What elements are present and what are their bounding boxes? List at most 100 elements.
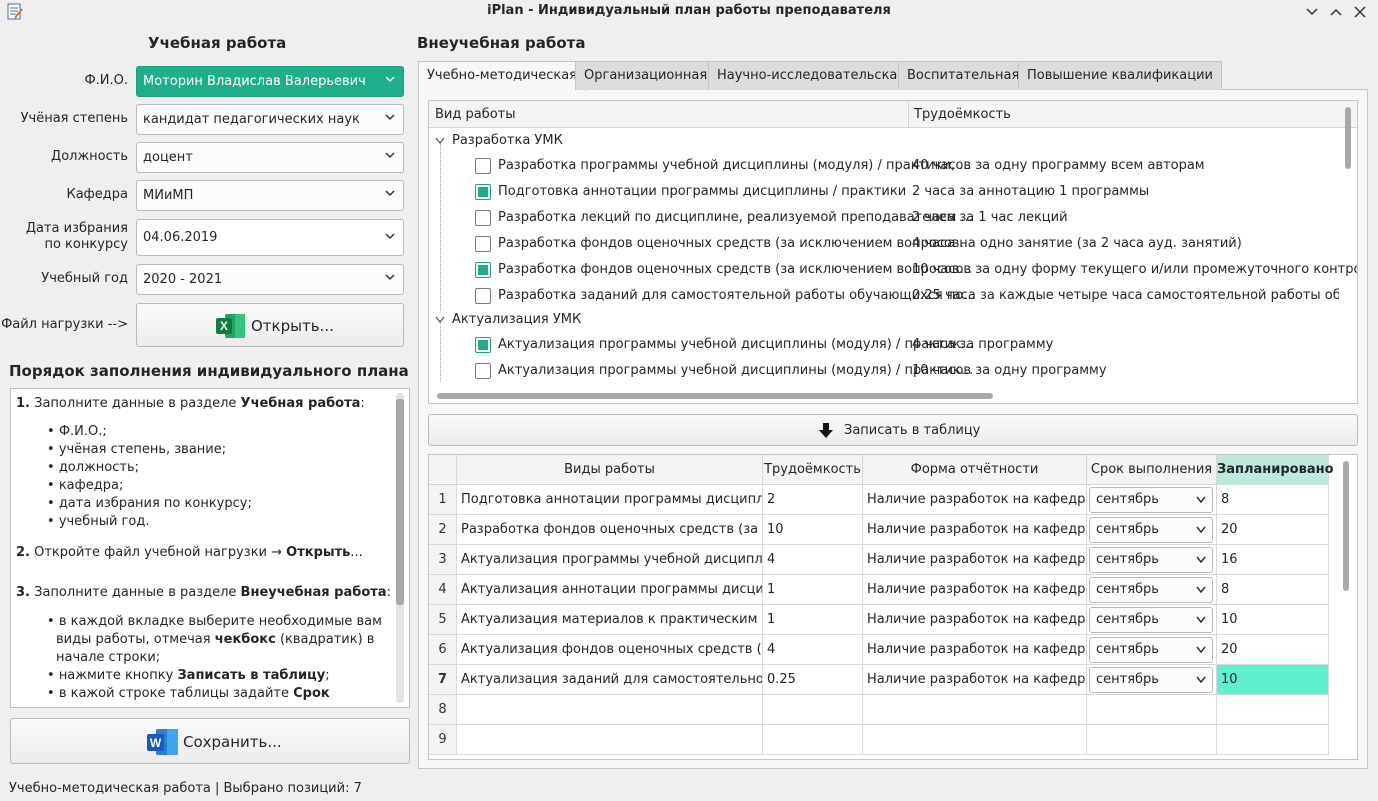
tab-research[interactable]: Научно-исследовательская	[708, 61, 915, 90]
cell-form[interactable]	[863, 695, 1087, 725]
fio-combo[interactable]: Моторин Владислав Валерьевич	[136, 66, 404, 97]
cell-form[interactable]: Наличие разработок на кафедре	[863, 575, 1087, 605]
cell-load[interactable]: 10	[763, 515, 863, 545]
table-row[interactable]: 5 Актуализация материалов к практическим …	[429, 605, 1329, 635]
department-combo[interactable]: МИиМП	[136, 180, 404, 211]
cell-work[interactable]: Актуализация заданий для самостоятельной…	[457, 665, 763, 695]
cell-load[interactable]	[763, 725, 863, 755]
tree-item-row[interactable]: Разработка заданий для самостоятельной р…	[429, 283, 1339, 309]
cell-term[interactable]: сентябрь	[1087, 635, 1217, 665]
tree-item-row[interactable]: Разработка программы учебной дисциплины …	[429, 153, 1339, 179]
tab-educational[interactable]: Воспитательная	[898, 61, 1029, 90]
close-icon[interactable]	[1350, 3, 1370, 21]
cell-term[interactable]: сентябрь	[1087, 485, 1217, 515]
term-combo[interactable]: сентябрь	[1089, 487, 1213, 513]
save-button[interactable]: W Сохранить...	[10, 718, 410, 764]
cell-planned[interactable]	[1217, 725, 1329, 755]
table-row[interactable]: 3Актуализация программы учебной дисципли…	[429, 545, 1329, 575]
col-header-planned[interactable]: Запланировано	[1217, 455, 1334, 485]
col-header-load[interactable]: Трудоёмкость	[763, 455, 863, 485]
cell-form[interactable]: Наличие разработок на кафедре	[863, 635, 1087, 665]
cell-term[interactable]: сентябрь	[1087, 545, 1217, 575]
term-combo[interactable]: сентябрь	[1089, 667, 1213, 693]
write-to-table-button[interactable]: Записать в таблицу	[428, 414, 1358, 446]
tree-group-row[interactable]: Актуализация УМК	[429, 307, 1339, 333]
cell-term[interactable]: сентябрь	[1087, 605, 1217, 635]
cell-load[interactable]: 0.25	[763, 665, 863, 695]
term-combo[interactable]: сентябрь	[1089, 577, 1213, 603]
col-header-term[interactable]: Срок выполнения	[1087, 455, 1217, 485]
scrollbar-thumb[interactable]	[1345, 107, 1351, 169]
tree-header-load[interactable]: Трудоёмкость	[914, 107, 1011, 122]
col-header-form[interactable]: Форма отчётности	[863, 455, 1087, 485]
cell-load[interactable]: 4	[763, 635, 863, 665]
cell-work[interactable]	[457, 695, 763, 725]
position-combo[interactable]: доцент	[136, 142, 404, 173]
year-combo[interactable]: 2020 - 2021	[136, 264, 404, 295]
term-combo[interactable]: сентябрь	[1089, 637, 1213, 663]
tree-item-row[interactable]: Разработка фондов оценочных средств (за …	[429, 231, 1339, 257]
cell-planned[interactable]: 20	[1217, 635, 1329, 665]
cell-load[interactable]: 1	[763, 605, 863, 635]
cell-load[interactable]	[763, 695, 863, 725]
cell-form[interactable]: Наличие разработок на кафедре	[863, 665, 1087, 695]
scrollbar-thumb[interactable]	[1343, 461, 1349, 591]
cell-term[interactable]: сентябрь	[1087, 575, 1217, 605]
cell-work[interactable]: Актуализация аннотации программы дисципл…	[457, 575, 763, 605]
table-row[interactable]: 6 Актуализация фондов оценочных средств (…	[429, 635, 1329, 665]
tree-item-row[interactable]: Актуализация программы учебной дисциплин…	[429, 358, 1339, 384]
cell-planned[interactable]: 8	[1217, 485, 1329, 515]
cell-load[interactable]: 1	[763, 575, 863, 605]
tree-group-row[interactable]: Разработка УМК	[429, 128, 1339, 154]
tree-vscrollbar[interactable]	[1345, 107, 1353, 383]
tab-qualification[interactable]: Повышение квалификации	[1018, 61, 1222, 90]
col-header-work[interactable]: Виды работы	[457, 455, 763, 485]
degree-combo[interactable]: кандидат педагогических наук	[136, 104, 404, 135]
cell-planned[interactable]	[1217, 695, 1329, 725]
cell-work[interactable]: Разработка фондов оценочных средств (за …	[457, 515, 763, 545]
cell-work[interactable]	[457, 725, 763, 755]
tree-item-row[interactable]: Подготовка аннотации программы дисциплин…	[429, 179, 1339, 205]
cell-form[interactable]: Наличие разработок на кафедре	[863, 605, 1087, 635]
checkbox[interactable]	[475, 184, 491, 200]
cell-work[interactable]: Актуализация фондов оценочных средств (з…	[457, 635, 763, 665]
cell-form[interactable]	[863, 725, 1087, 755]
term-combo[interactable]: сентябрь	[1089, 607, 1213, 633]
checkbox[interactable]	[475, 337, 491, 353]
cell-term[interactable]	[1087, 725, 1217, 755]
cell-term[interactable]: сентябрь	[1087, 515, 1217, 545]
cell-work[interactable]: Актуализация программы учебной дисциплин…	[457, 545, 763, 575]
term-combo[interactable]: сентябрь	[1089, 547, 1213, 573]
cell-work[interactable]: Актуализация материалов к практическим и…	[457, 605, 763, 635]
election-date-input[interactable]: 04.06.2019	[136, 219, 404, 256]
term-combo[interactable]: сентябрь	[1089, 517, 1213, 543]
tab-organizational[interactable]: Организационная	[575, 61, 717, 90]
tab-methodical[interactable]: Учебно-методическая	[418, 61, 586, 91]
cell-form[interactable]: Наличие разработок на кафедре	[863, 485, 1087, 515]
table-row[interactable]: 8	[429, 695, 1329, 725]
cell-planned[interactable]: 20	[1217, 515, 1329, 545]
instructions-scrollbar[interactable]	[396, 393, 404, 703]
checkbox[interactable]	[475, 236, 491, 252]
cell-term[interactable]	[1087, 695, 1217, 725]
cell-form[interactable]: Наличие разработок на кафедре	[863, 515, 1087, 545]
cell-planned[interactable]: 16	[1217, 545, 1329, 575]
table-row[interactable]: 1Подготовка аннотации программы дисципли…	[429, 485, 1329, 515]
tree-item-row[interactable]: Разработка фондов оценочных средств (за …	[429, 257, 1357, 283]
open-button[interactable]: X Открыть...	[136, 303, 404, 347]
tree-header-type[interactable]: Вид работы	[435, 107, 516, 122]
cell-work[interactable]: Подготовка аннотации программы дисциплин…	[457, 485, 763, 515]
cell-term[interactable]: сентябрь	[1087, 665, 1217, 695]
scrollbar-thumb[interactable]	[396, 399, 404, 605]
tree-item-row[interactable]: Разработка лекций по дисциплине, реализу…	[429, 205, 1339, 231]
table-row[interactable]: 9	[429, 725, 1329, 755]
tree-item-row[interactable]: Актуализация программы учебной дисциплин…	[429, 332, 1339, 358]
table-row[interactable]: 4Актуализация аннотации программы дисцип…	[429, 575, 1329, 605]
table-row[interactable]: 7 Актуализация заданий для самостоятельно…	[429, 665, 1329, 695]
cell-form[interactable]: Наличие разработок на кафедре	[863, 545, 1087, 575]
checkbox[interactable]	[475, 210, 491, 226]
checkbox[interactable]	[475, 262, 491, 278]
cell-planned[interactable]: 10	[1217, 605, 1329, 635]
table-row[interactable]: 2 Разработка фондов оценочных средств (за…	[429, 515, 1329, 545]
checkbox[interactable]	[475, 363, 491, 379]
